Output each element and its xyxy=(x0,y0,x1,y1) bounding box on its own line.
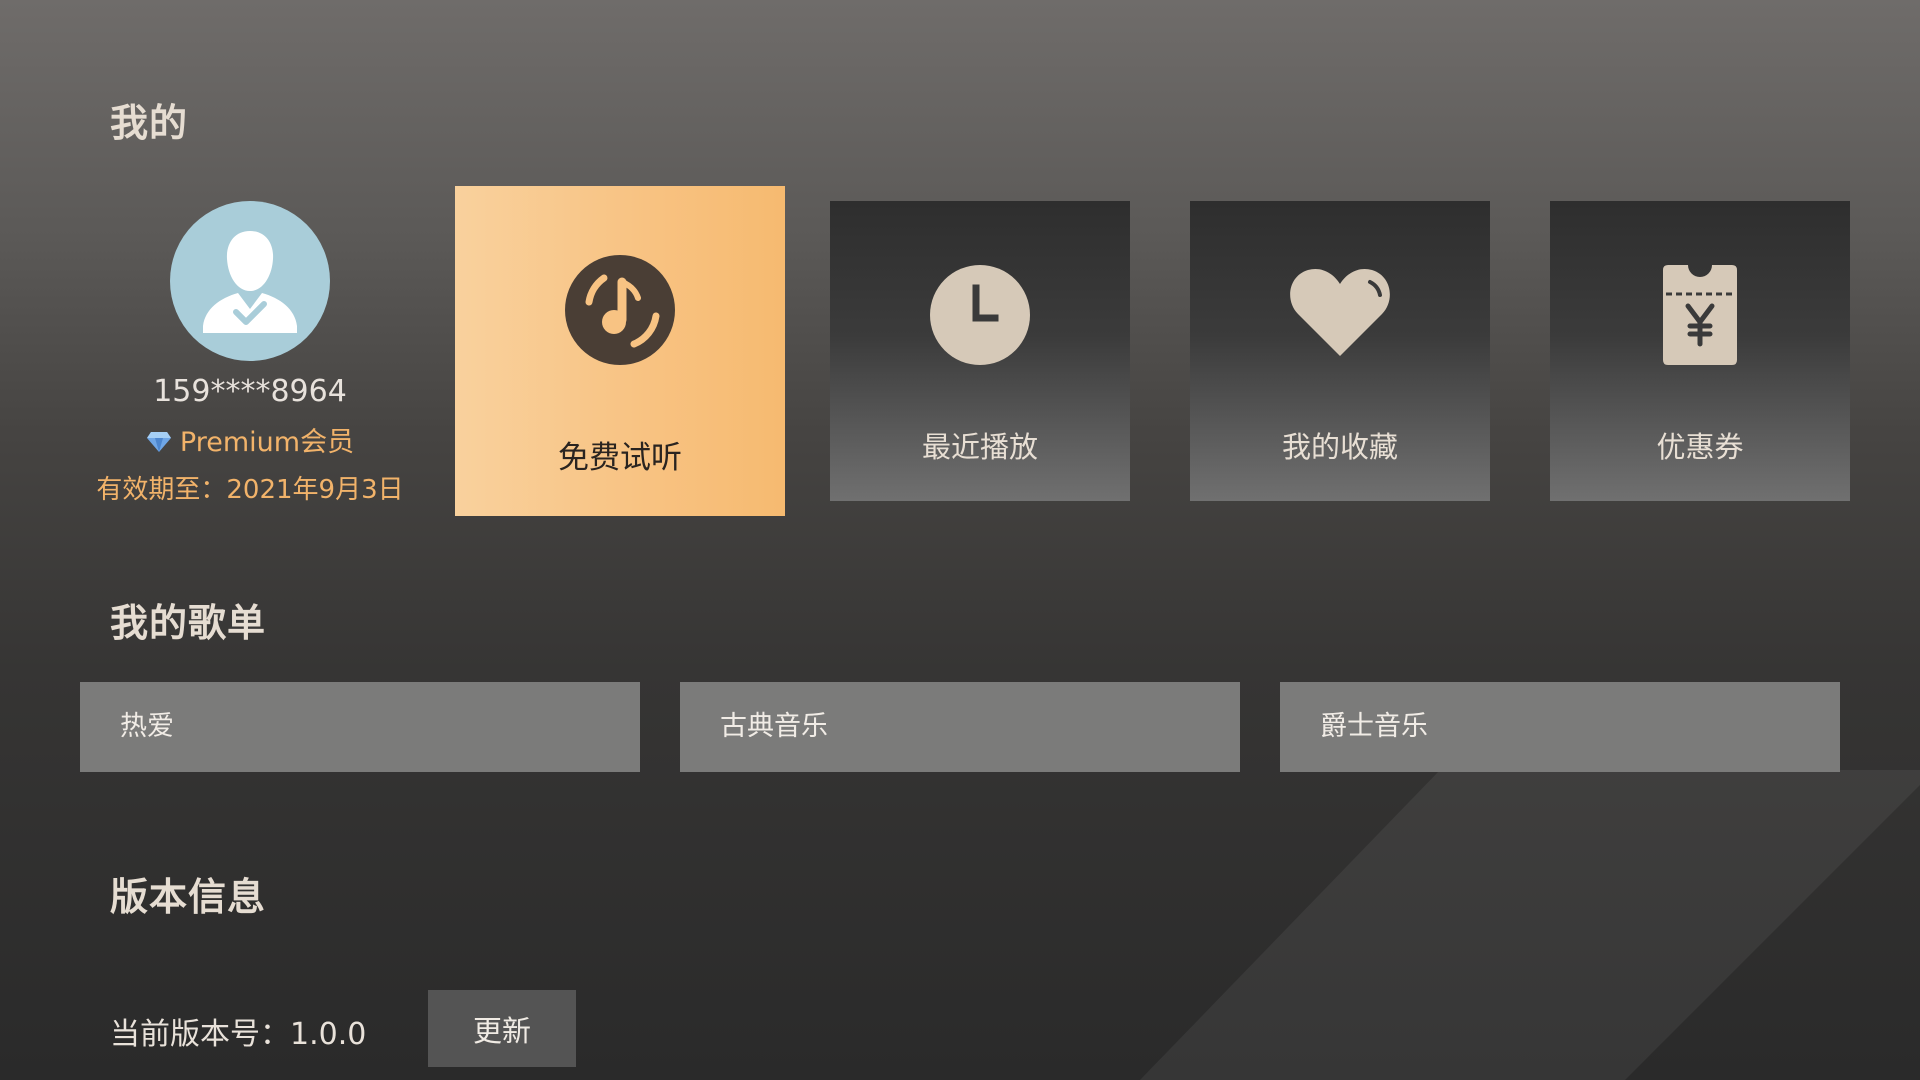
coupon-icon xyxy=(1662,264,1738,370)
user-verified-icon xyxy=(203,231,297,333)
avatar[interactable] xyxy=(170,201,330,361)
tile-favorites[interactable]: 我的收藏 xyxy=(1190,201,1490,501)
section-title-version: 版本信息 xyxy=(110,875,267,919)
section-title-playlists: 我的歌单 xyxy=(110,601,267,645)
tile-label: 我的收藏 xyxy=(1281,430,1398,464)
playlist-item[interactable]: 古典音乐 xyxy=(680,682,1240,772)
music-disc-icon xyxy=(564,254,676,370)
tile-recently-played[interactable]: 最近播放 xyxy=(830,201,1130,501)
heart-icon xyxy=(1288,264,1392,364)
membership-badge: Premium会员 xyxy=(100,420,400,460)
membership-expiry: 有效期至：2021年9月3日 xyxy=(96,475,404,505)
tile-label: 最近播放 xyxy=(921,430,1038,464)
tile-free-trial[interactable]: 免费试听 xyxy=(455,186,785,516)
background-diagonal-stripe xyxy=(1140,770,1920,1080)
update-button[interactable]: 更新 xyxy=(428,990,576,1067)
tile-coupons[interactable]: 优惠券 xyxy=(1550,201,1850,501)
current-version: 当前版本号：1.0.0 xyxy=(110,1017,367,1052)
playlist-item[interactable]: 爵士音乐 xyxy=(1280,682,1840,772)
user-phone-number: 159****8964 xyxy=(153,374,347,409)
diamond-icon xyxy=(146,429,172,460)
membership-label: Premium会员 xyxy=(179,427,355,458)
playlist-item[interactable]: 热爱 xyxy=(80,682,640,772)
tile-label: 免费试听 xyxy=(558,440,682,476)
clock-icon xyxy=(929,264,1031,370)
tile-label: 优惠券 xyxy=(1656,430,1744,464)
section-title-mine: 我的 xyxy=(110,101,189,145)
